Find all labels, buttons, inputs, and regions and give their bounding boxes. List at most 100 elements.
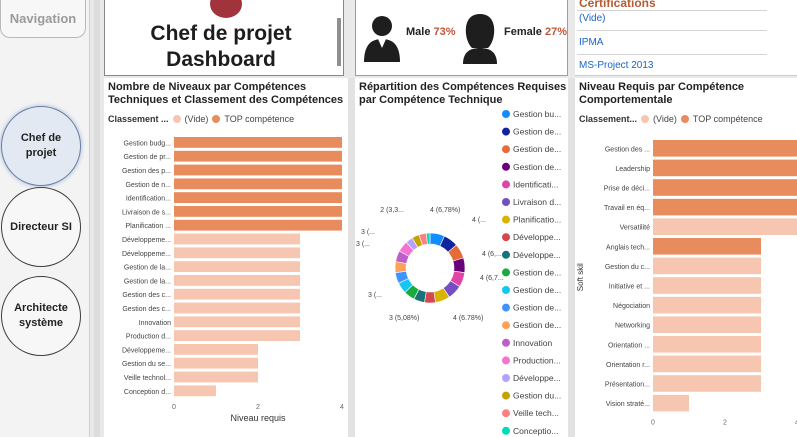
bar[interactable] [653,159,797,177]
bar[interactable] [174,302,300,314]
category-label: Développeme... [122,347,171,354]
bar[interactable] [653,277,761,294]
panel-gutter [348,78,355,437]
certification-item[interactable]: IPMA [579,37,603,48]
category-label: Prise de déci... [604,186,650,193]
data-label: 3 (... [356,241,370,248]
legend-swatch [502,374,510,382]
legend-swatch [502,180,510,189]
category-label: Gestion des c... [122,306,171,313]
category-label: Gestion des p... [122,168,171,175]
chart-legend: Classement... (Vide) TOP compétence [579,114,763,124]
legend-item[interactable]: Développe... [513,373,561,383]
bar[interactable] [174,206,342,217]
legend-title: Classement ... [108,114,169,124]
legend-swatch [502,127,510,136]
category-label: Gestion de pr... [124,154,172,161]
data-label: 4 (6,7... [480,275,504,282]
nav-button-directeur-si[interactable]: Directeur SI [1,187,81,267]
legend-item[interactable]: Gestion de... [513,285,561,295]
nav-button-label: Architecte système [14,302,68,329]
bar[interactable] [174,371,258,383]
dashboard-title: Chef de projet Dashboard [150,22,292,71]
technical-skills-chart-panel: Nombre de Niveaux par Compétences Techni… [104,78,348,437]
legend-item[interactable]: (Vide) [185,114,209,124]
bar[interactable] [174,275,300,286]
category-label: Travail en éq... [604,205,650,212]
legend-item[interactable]: Gestion de... [513,127,561,137]
tick-label: 2 [256,404,260,411]
bar[interactable] [174,233,300,245]
legend-item[interactable]: Veille tech... [513,408,559,418]
bar[interactable] [653,316,761,333]
legend-item[interactable]: (Vide) [653,114,677,124]
bar[interactable] [174,288,300,300]
legend-item[interactable]: TOP compétence [693,114,763,124]
legend-item[interactable]: Développe... [513,250,561,260]
certification-item[interactable]: (Vide) [579,13,606,24]
chart-legend: Classement ... (Vide) TOP compétence [108,114,294,124]
bar[interactable] [174,247,300,259]
bar[interactable] [653,218,797,235]
bar[interactable] [174,385,216,397]
legend-item[interactable]: Gestion du... [513,391,561,401]
title-scrollbar[interactable] [337,18,341,66]
bar[interactable] [174,192,342,203]
bar[interactable] [174,261,300,272]
bar[interactable] [653,355,761,373]
tick-label: 0 [651,419,655,426]
legend-swatch [212,115,221,123]
legend-item[interactable]: TOP compétence [224,114,294,124]
legend-item[interactable]: Gestion de... [513,144,561,154]
legend-swatch [502,338,510,347]
category-label: Présentation... [605,382,650,389]
legend-item[interactable]: Gestion de... [513,320,561,330]
category-label: Planification ... [125,223,171,230]
bar[interactable] [174,219,342,231]
nav-button-chef-de-projet[interactable]: Chef de projet [1,106,81,186]
category-label: Orientation r... [606,362,650,369]
legend-item[interactable]: Identificati... [513,179,558,189]
legend-item[interactable]: Gestion de... [513,303,561,313]
dashboard-title-card: Chef de projet Dashboard [104,0,344,76]
legend-swatch [502,268,510,277]
bar[interactable] [653,198,797,216]
category-label: Livraison de s... [122,209,171,216]
bar[interactable] [653,179,797,196]
category-label: Initiative et ... [609,284,650,291]
bar[interactable] [174,316,300,328]
data-label: 4 (6,78%) [430,207,460,214]
bar[interactable] [174,344,258,355]
female-avatar-icon [463,14,497,64]
legend-item[interactable]: Livraison d... [513,197,561,207]
nav-button-architecte-systeme[interactable]: Architecte système [1,276,81,356]
bar[interactable] [174,164,342,176]
legend-item[interactable]: Gestion bu... [513,109,561,119]
navigation-panel: Navigation Chef de projet Directeur SI A… [0,0,90,437]
legend-item[interactable]: Production... [513,355,561,365]
legend-item[interactable]: Gestion de... [513,267,561,277]
bar[interactable] [653,296,761,314]
data-label: 2 (3,3... [380,207,404,214]
bar[interactable] [174,357,258,369]
gender-card: Male 73% Female 27% [355,0,568,76]
bar[interactable] [653,375,761,392]
legend-item[interactable]: Conceptio... [513,426,558,436]
certification-item[interactable]: MS-Project 2013 [579,60,653,71]
bar[interactable] [174,137,342,148]
y-axis-label: Soft skil [576,263,585,291]
bar[interactable] [174,178,342,190]
bar[interactable] [174,150,342,162]
legend-item[interactable]: Gestion de... [513,162,561,172]
bar[interactable] [653,140,797,157]
legend-item[interactable]: Innovation [513,338,552,348]
bar[interactable] [653,257,761,275]
legend-item[interactable]: Planificatio... [513,215,561,225]
bar[interactable] [653,336,761,353]
legend-swatch [502,162,510,171]
bar[interactable] [653,238,761,255]
bar[interactable] [653,394,689,412]
bar[interactable] [174,330,300,341]
legend-item[interactable]: Développe... [513,232,561,242]
data-label: 3 (... [361,229,375,236]
